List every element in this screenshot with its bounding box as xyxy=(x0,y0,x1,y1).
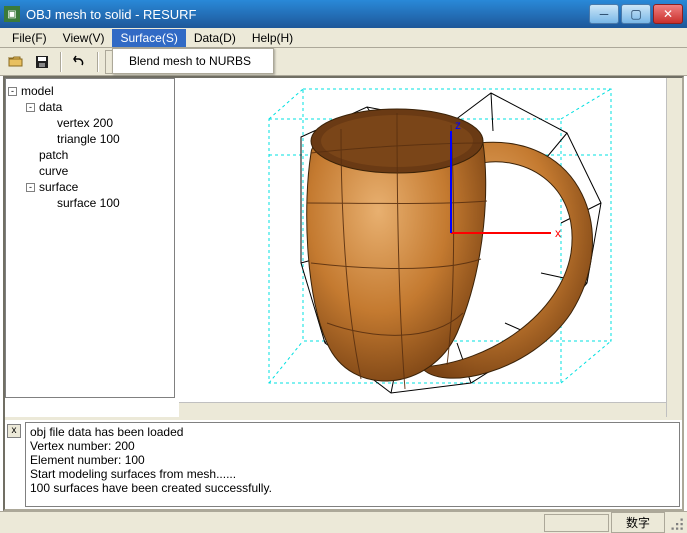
window-title: OBJ mesh to solid - RESURF xyxy=(26,7,587,22)
log-panel: x obj file data has been loadedVertex nu… xyxy=(5,417,682,509)
tree-node[interactable]: -data xyxy=(8,99,172,115)
viewport-scrollbar-horizontal[interactable] xyxy=(179,402,666,418)
log-line: 100 surfaces have been created successfu… xyxy=(30,481,675,495)
menu-view[interactable]: View(V) xyxy=(55,29,113,47)
log-line: obj file data has been loaded xyxy=(30,425,675,439)
toolbar-separator xyxy=(97,52,98,72)
log-line: Vertex number: 200 xyxy=(30,439,675,453)
tree-expander-icon[interactable]: - xyxy=(8,87,17,96)
status-cell xyxy=(544,514,609,532)
client-area: -model-datavertex 200triangle 100patchcu… xyxy=(3,76,684,511)
menu-data[interactable]: Data(D) xyxy=(186,29,244,47)
tree-node[interactable]: vertex 200 xyxy=(8,115,172,131)
app-icon: ▣ xyxy=(4,6,20,22)
viewport-scrollbar-vertical[interactable] xyxy=(666,78,682,418)
tree-label: patch xyxy=(39,148,68,162)
axis-z-label: z xyxy=(455,118,461,132)
menu-blend-mesh-to-nurbs[interactable]: Blend mesh to NURBS xyxy=(115,51,271,71)
tree-label: triangle 100 xyxy=(57,132,120,146)
tree-node[interactable]: triangle 100 xyxy=(8,131,172,147)
log-close-button[interactable]: x xyxy=(7,424,21,438)
axis-x-label: x xyxy=(555,226,561,240)
tree-node[interactable]: patch xyxy=(8,147,172,163)
model-tree[interactable]: -model-datavertex 200triangle 100patchcu… xyxy=(5,78,175,398)
status-bar: 数字 xyxy=(0,511,687,533)
log-output[interactable]: obj file data has been loadedVertex numb… xyxy=(25,422,680,507)
resize-grip[interactable] xyxy=(667,514,685,532)
menu-surface[interactable]: Surface(S) xyxy=(112,29,185,47)
open-button[interactable] xyxy=(4,50,28,74)
maximize-button[interactable]: ▢ xyxy=(621,4,651,24)
tree-expander-icon[interactable]: - xyxy=(26,103,35,112)
tree-node[interactable]: -surface xyxy=(8,179,172,195)
menu-bar: File(F) View(V) Surface(S) Data(D) Help(… xyxy=(0,28,687,48)
toolbar-separator xyxy=(60,52,61,72)
title-bar: ▣ OBJ mesh to solid - RESURF ─ ▢ ✕ xyxy=(0,0,687,28)
tree-expander-icon[interactable]: - xyxy=(26,183,35,192)
tree-label: model xyxy=(21,84,54,98)
3d-viewport[interactable]: x z xyxy=(179,78,682,418)
surface-submenu: Blend mesh to NURBS xyxy=(112,48,274,74)
menu-file[interactable]: File(F) xyxy=(4,29,55,47)
tree-label: curve xyxy=(39,164,68,178)
tree-node[interactable]: curve xyxy=(8,163,172,179)
tree-label: surface xyxy=(39,180,78,194)
menu-help[interactable]: Help(H) xyxy=(244,29,301,47)
toolbar: ◄ ► ▲ ▼ xyxy=(0,48,687,76)
tree-node[interactable]: surface 100 xyxy=(8,195,172,211)
status-numlock: 数字 xyxy=(611,512,665,533)
minimize-button[interactable]: ─ xyxy=(589,4,619,24)
log-line: Start modeling surfaces from mesh...... xyxy=(30,467,675,481)
tree-label: data xyxy=(39,100,62,114)
undo-button[interactable] xyxy=(67,50,91,74)
log-line: Element number: 100 xyxy=(30,453,675,467)
tree-label: vertex 200 xyxy=(57,116,113,130)
close-button[interactable]: ✕ xyxy=(653,4,683,24)
save-button[interactable] xyxy=(30,50,54,74)
tree-node[interactable]: -model xyxy=(8,83,172,99)
tree-label: surface 100 xyxy=(57,196,120,210)
